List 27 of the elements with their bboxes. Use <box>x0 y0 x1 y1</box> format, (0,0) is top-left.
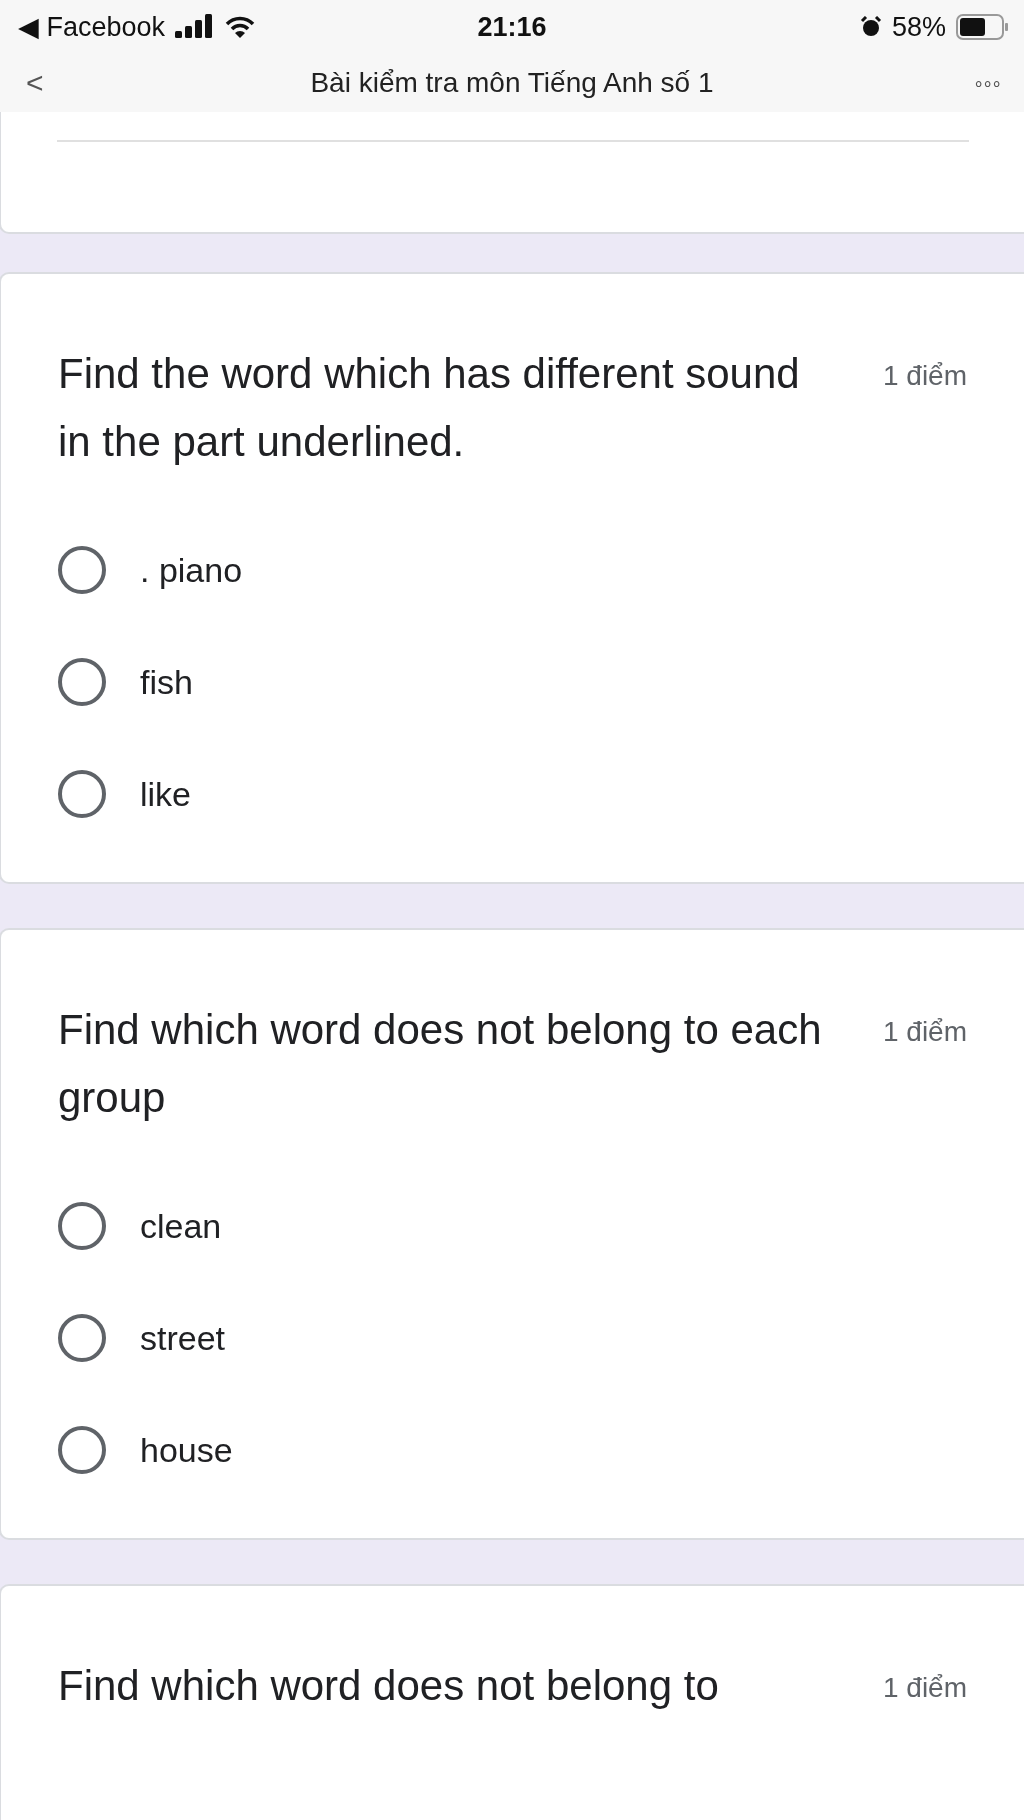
clock-time: 21:16 <box>477 11 547 43</box>
battery-icon <box>956 14 1010 40</box>
option-label[interactable]: house <box>140 1430 233 1470</box>
question-text: Find which word does not belong to <box>58 1661 720 1711</box>
wifi-icon <box>225 15 256 39</box>
more-button[interactable]: ∘∘∘ <box>973 72 1000 94</box>
points-label: 1 điểm <box>882 360 967 392</box>
option-label[interactable]: clean <box>140 1206 222 1246</box>
back-button[interactable]: < <box>26 66 44 100</box>
option-label[interactable]: fish <box>140 662 193 702</box>
radio-button[interactable] <box>58 1314 106 1362</box>
question-text: Find which word does not belong to each group <box>58 1005 823 1123</box>
option-label[interactable]: like <box>140 774 192 814</box>
radio-button[interactable] <box>58 658 106 706</box>
question-text: Find the word which has different sound in the part underlined. <box>58 349 801 467</box>
points-label: 1 điểm <box>882 1016 967 1048</box>
battery-percent: 58% <box>891 11 946 43</box>
radio-button[interactable] <box>58 1202 106 1250</box>
page-title: Bài kiểm tra môn Tiếng Anh số 1 <box>310 67 714 99</box>
points-label: 1 điểm <box>882 1672 967 1704</box>
back-to-app-link[interactable]: ◀ Facebook <box>18 11 166 43</box>
alarm-icon <box>859 16 882 38</box>
radio-button[interactable] <box>58 1426 106 1474</box>
radio-button[interactable] <box>58 546 106 594</box>
radio-button[interactable] <box>58 770 106 818</box>
option-label[interactable]: street <box>140 1318 226 1358</box>
option-label[interactable]: . piano <box>140 550 243 590</box>
